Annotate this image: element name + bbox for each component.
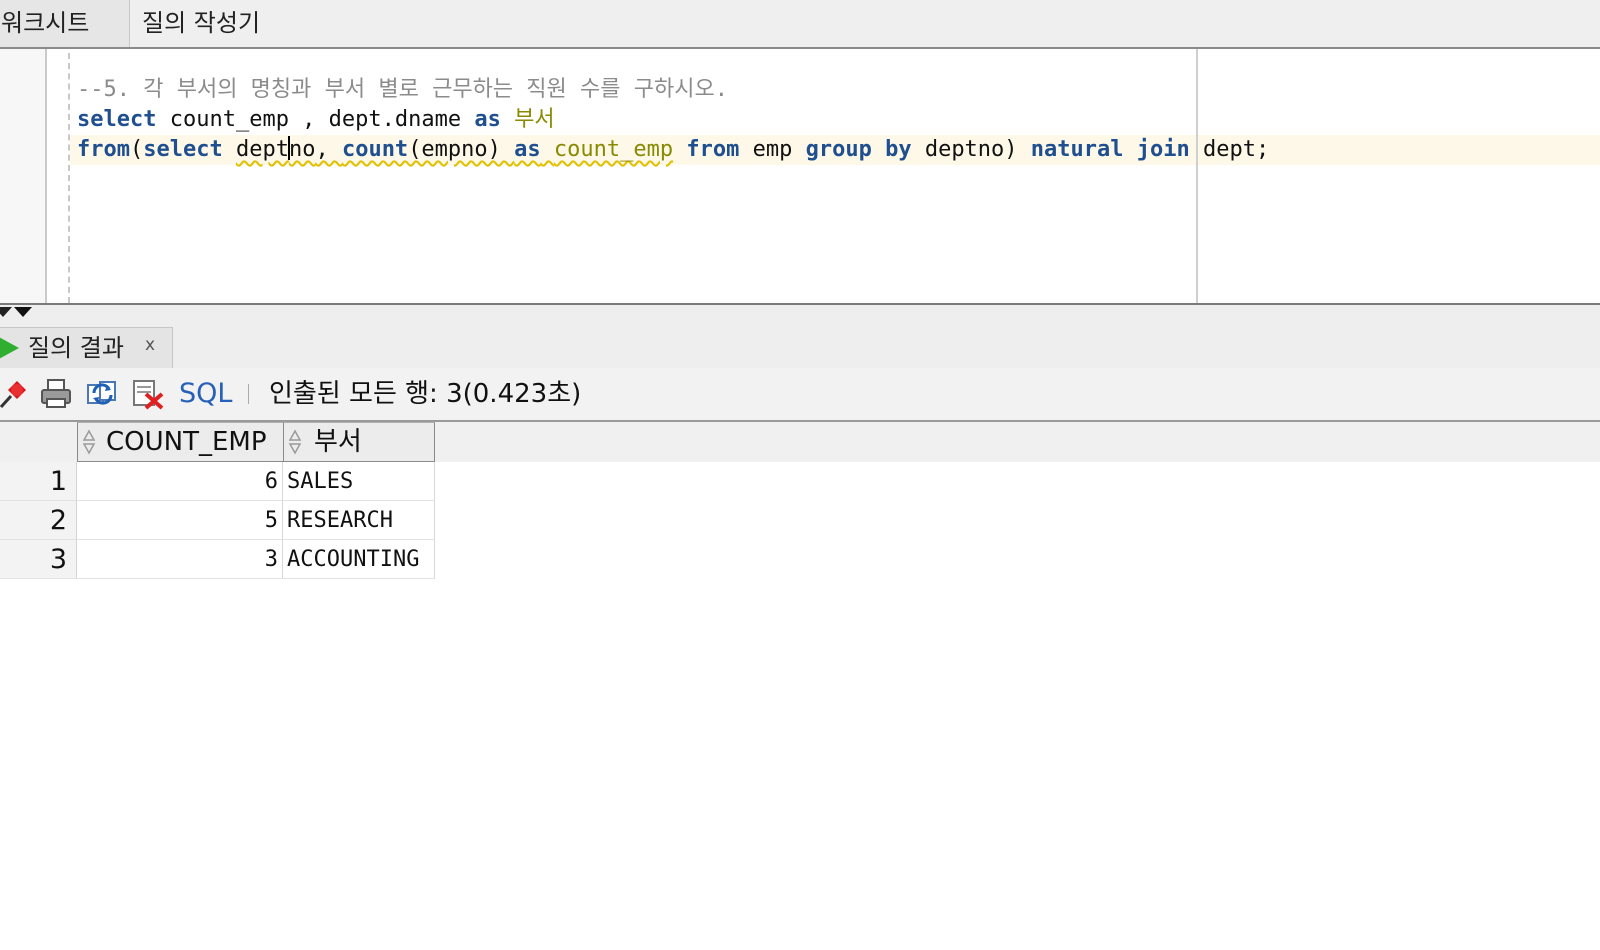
group-column: deptno) <box>911 137 1031 162</box>
tab-query-builder[interactable]: 질의 작성기 <box>142 0 260 47</box>
sort-icon[interactable] <box>82 429 96 455</box>
print-icon[interactable] <box>39 377 73 411</box>
worksheet-tab-bar: 워크시트 질의 작성기 <box>0 0 1600 49</box>
refresh-icon[interactable] <box>85 377 119 411</box>
sql-button[interactable]: SQL <box>179 376 232 412</box>
column-label: 부서 <box>314 427 362 457</box>
kw-from: from <box>77 137 130 162</box>
collapse-up-icon[interactable] <box>0 307 12 317</box>
sql-editor[interactable]: --5. 각 부서의 명칭과 부서 별로 근무하는 직원 수를 구하시오. se… <box>0 49 1600 303</box>
count-alias: count_emp <box>553 137 674 162</box>
sort-icon[interactable] <box>288 429 302 455</box>
results-toolbar: SQL 인출된 모든 행: 3(0.423초) <box>0 368 1600 422</box>
cell-count-emp[interactable]: 3 <box>77 540 283 579</box>
row-number-header <box>0 422 78 462</box>
editor-gutter <box>0 49 47 303</box>
table-dept: dept; <box>1189 137 1270 162</box>
kw-by: by <box>885 137 912 162</box>
cell-count-emp[interactable]: 6 <box>77 462 283 501</box>
column-header-dept[interactable]: 부서 <box>283 422 435 462</box>
kw-from-inner: from <box>686 137 740 162</box>
deptno-part1: dept <box>235 137 289 162</box>
row-number: 3 <box>0 540 77 579</box>
cell-count-emp[interactable]: 5 <box>77 501 283 540</box>
table-row[interactable]: 3 3 ACCOUNTING <box>0 540 436 579</box>
column-alias: 부서 <box>514 107 555 132</box>
kw-join: join <box>1136 137 1190 162</box>
play-icon <box>0 336 19 360</box>
cell-dept[interactable]: ACCOUNTING <box>283 540 435 579</box>
code-line-comment[interactable]: --5. 각 부서의 명칭과 부서 별로 근무하는 직원 수를 구하시오. <box>77 75 728 105</box>
cell-dept[interactable]: SALES <box>283 462 435 501</box>
select-columns: count_emp , dept.dname <box>156 107 475 132</box>
fn-count: count <box>341 137 409 162</box>
close-icon[interactable]: x <box>145 333 155 357</box>
code-line-select[interactable]: select count_emp , dept.dname as 부서 <box>77 105 555 135</box>
results-tab-bar: 질의 결과 x <box>0 323 1600 369</box>
row-number: 1 <box>0 462 77 501</box>
pin-icon[interactable] <box>0 377 30 411</box>
tab-query-result[interactable]: 질의 결과 x <box>0 327 173 369</box>
tab-worksheet[interactable]: 워크시트 <box>0 0 130 47</box>
kw-subselect: select <box>143 137 223 162</box>
code-line-from[interactable]: from(select deptno, count(empno) as coun… <box>77 135 1269 165</box>
sql-comment: --5. 각 부서의 명칭과 부서 별로 근무하는 직원 수를 구하시오. <box>77 77 728 102</box>
sql-developer-window: 워크시트 질의 작성기 --5. 각 부서의 명칭과 부서 별로 근무하는 직원… <box>0 0 1600 950</box>
table-emp: emp <box>739 137 806 162</box>
row-number: 2 <box>0 501 77 540</box>
kw-natural: natural <box>1030 137 1124 162</box>
editor-results-splitter[interactable] <box>0 303 1600 325</box>
kw-as: as <box>474 107 501 132</box>
paren-open: ( <box>129 137 144 162</box>
fetch-status: 인출된 모든 행: 3(0.423초) <box>269 379 582 409</box>
column-label: COUNT_EMP <box>106 427 267 457</box>
warning-squiggle[interactable]: deptno, count(empno) as count_emp <box>235 136 674 162</box>
collapse-down-icon[interactable] <box>14 307 32 317</box>
table-row[interactable]: 2 5 RESEARCH <box>0 501 436 540</box>
fold-guide <box>68 53 70 303</box>
kw-group: group <box>805 137 872 162</box>
cancel-icon[interactable] <box>131 377 165 411</box>
deptno-part2: no <box>288 137 316 162</box>
column-header-count-emp[interactable]: COUNT_EMP <box>77 422 284 462</box>
comma: , <box>315 137 342 162</box>
right-margin-line <box>1196 49 1198 303</box>
cell-dept[interactable]: RESEARCH <box>283 501 435 540</box>
toolbar-separator <box>248 384 249 404</box>
kw-as: as <box>514 137 541 162</box>
result-tab-label: 질의 결과 <box>28 334 124 362</box>
count-args: (empno) <box>408 137 515 162</box>
kw-select: select <box>77 107 157 132</box>
table-row[interactable]: 1 6 SALES <box>0 462 436 501</box>
